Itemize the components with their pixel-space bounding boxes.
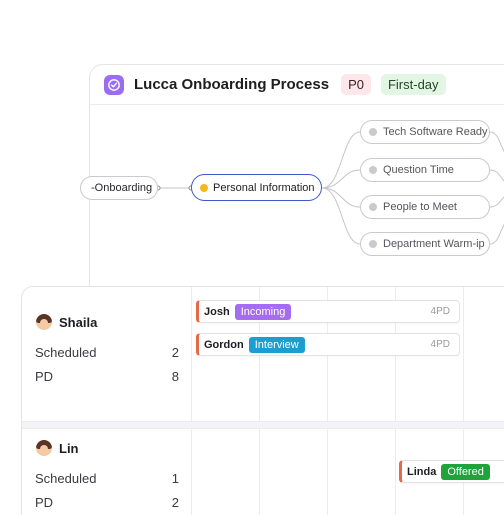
node-parent-label: -Onboarding — [91, 182, 153, 194]
task-status-badge: Interview — [248, 336, 305, 353]
schedule-board: Shaila Scheduled 2 PD 8 Josh Incoming 4P… — [21, 286, 504, 515]
stage-tag[interactable]: First-day — [380, 74, 446, 95]
node-child[interactable]: People to Meet — [360, 195, 490, 219]
scheduled-value: 1 — [171, 471, 179, 486]
process-title: Lucca Onboarding Process — [134, 76, 330, 93]
person-name-label: Lin — [59, 440, 79, 456]
task-assignee: Linda — [407, 465, 437, 478]
task-card[interactable]: Josh Incoming 4PD — [196, 300, 460, 323]
task-status-badge: Offered — [441, 463, 490, 480]
person-name[interactable]: Shaila — [36, 314, 97, 330]
grid-column-line — [191, 287, 192, 515]
task-assignee: Gordon — [204, 338, 244, 351]
pd-value: 2 — [171, 495, 179, 510]
node-child[interactable]: Tech Software Ready — [360, 120, 490, 144]
avatar — [36, 314, 52, 330]
status-dot-icon — [200, 183, 208, 192]
process-header: Lucca Onboarding Process P0 First-day — [90, 65, 504, 105]
node-child-label: People to Meet — [383, 201, 457, 213]
row-divider — [22, 428, 504, 429]
node-child[interactable]: Department Warm-ip — [360, 232, 490, 256]
pd-stat: PD 8 — [35, 369, 179, 384]
node-child[interactable]: Question Time — [360, 158, 490, 182]
task-pd: 4PD — [430, 339, 450, 350]
scheduled-value: 2 — [171, 345, 179, 360]
status-dot-icon — [369, 166, 377, 174]
task-assignee: Josh — [204, 305, 230, 318]
node-current-label: Personal Information — [213, 181, 315, 194]
node-child-label: Tech Software Ready — [383, 126, 488, 138]
scheduled-stat: Scheduled 2 — [35, 345, 179, 360]
task-status-badge: Incoming — [234, 303, 292, 320]
person-name[interactable]: Lin — [36, 440, 79, 456]
scheduled-label: Scheduled — [35, 345, 97, 360]
node-current[interactable]: Personal Information — [191, 174, 322, 201]
status-dot-icon — [369, 240, 377, 248]
task-pd: 4PD — [430, 306, 450, 317]
pd-value: 8 — [171, 369, 179, 384]
avatar — [36, 440, 52, 456]
task-card[interactable]: Gordon Interview 4PD — [196, 333, 460, 356]
person-name-label: Shaila — [59, 314, 98, 330]
pd-label: PD — [35, 369, 54, 384]
pd-stat: PD 2 — [35, 495, 179, 510]
status-dot-icon — [369, 203, 377, 211]
status-dot-icon — [369, 128, 377, 136]
node-child-label: Question Time — [383, 164, 454, 176]
scheduled-label: Scheduled — [35, 471, 97, 486]
scheduled-stat: Scheduled 1 — [35, 471, 179, 486]
task-card[interactable]: Linda Offered — [399, 460, 504, 483]
node-parent[interactable]: -Onboarding — [80, 176, 158, 200]
priority-tag[interactable]: P0 — [341, 74, 371, 95]
node-child-label: Department Warm-ip — [383, 238, 485, 250]
pd-label: PD — [35, 495, 54, 510]
check-circle-icon[interactable] — [104, 74, 124, 95]
